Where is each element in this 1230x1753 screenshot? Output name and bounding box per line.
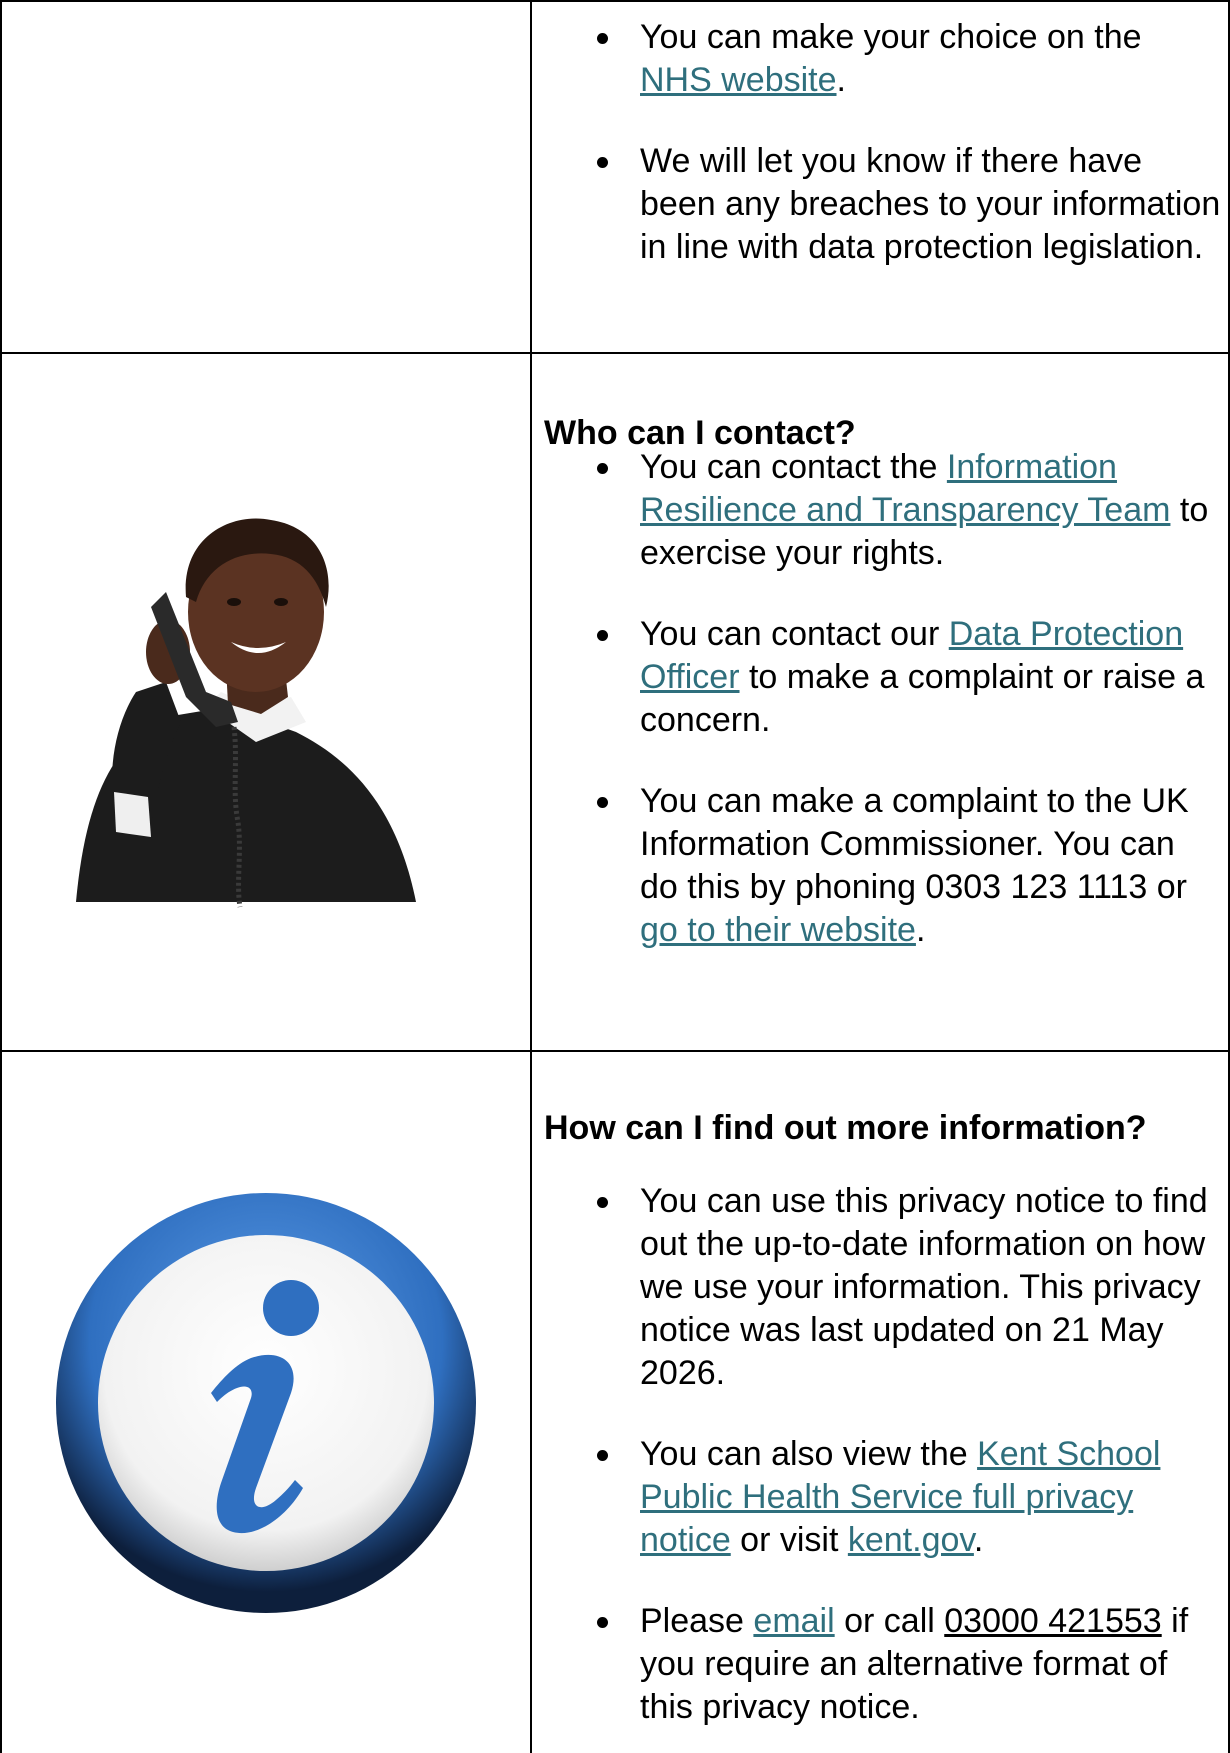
list-item: You can make your choice on the NHS webs…	[532, 16, 1230, 102]
bullet-dot	[597, 1197, 608, 1208]
more-info-text-cell: How can I find out more information? You…	[532, 1052, 1230, 1753]
text: .	[836, 61, 846, 99]
text: You can contact the	[640, 448, 947, 486]
bullet-dot	[597, 797, 608, 808]
contact-image-cell	[2, 354, 530, 1050]
info-icon	[56, 1192, 476, 1613]
row-choice-cell: You can make your choice on the NHS webs…	[532, 2, 1230, 352]
text: You can contact our	[640, 615, 949, 653]
bullet-dot	[597, 1450, 608, 1461]
text: We will let you know if there have been …	[640, 142, 1221, 266]
list-item: You can make a complaint to the UK Infor…	[532, 780, 1230, 952]
bullet-dot	[597, 157, 608, 168]
link[interactable]: email	[753, 1602, 834, 1640]
bullet-list: You can use this privacy notice to find …	[532, 1180, 1230, 1729]
text: Please	[640, 1602, 754, 1640]
text: or call	[834, 1602, 945, 1640]
list-item: Please email or call 03000 421553 if you…	[532, 1600, 1230, 1729]
link[interactable]: kent.gov	[848, 1521, 974, 1559]
text: .	[915, 911, 926, 949]
bullet-list: You can contact the Information Resilien…	[532, 446, 1230, 952]
contact-text-cell: Who can I contact? You can contact the I…	[532, 354, 1230, 1050]
text: You can use this privacy notice to find …	[640, 1182, 1208, 1392]
text: You can make a complaint to the UK Infor…	[640, 782, 1189, 906]
list-item: We will let you know if there have been …	[532, 140, 1230, 269]
info-image-cell	[2, 1052, 530, 1753]
link[interactable]: NHS website	[640, 61, 837, 99]
privacy-notice-table: You can make your choice on the NHS webs…	[0, 0, 1230, 1753]
person-on-phone-icon	[76, 518, 416, 908]
text: or visit	[730, 1521, 848, 1559]
phone-number: 03000 421553	[944, 1602, 1162, 1640]
bullet-list: You can make your choice on the NHS webs…	[532, 16, 1230, 269]
list-item: You can also view the Kent School Public…	[532, 1433, 1230, 1562]
bullet-dot	[597, 1617, 608, 1628]
link[interactable]: go to their website	[640, 911, 916, 949]
section-heading-more-info: How can I find out more information?	[544, 1109, 1147, 1147]
list-item: You can use this privacy notice to find …	[532, 1180, 1230, 1395]
list-item: You can contact our Data Protection Offi…	[532, 613, 1230, 742]
bullet-dot	[597, 630, 608, 641]
text: You can make your choice on the	[640, 18, 1142, 56]
bullet-dot	[597, 33, 608, 44]
bullet-dot	[597, 463, 608, 474]
text: .	[973, 1521, 984, 1559]
text: You can also view the	[640, 1435, 978, 1473]
list-item: You can contact the Information Resilien…	[532, 446, 1230, 575]
